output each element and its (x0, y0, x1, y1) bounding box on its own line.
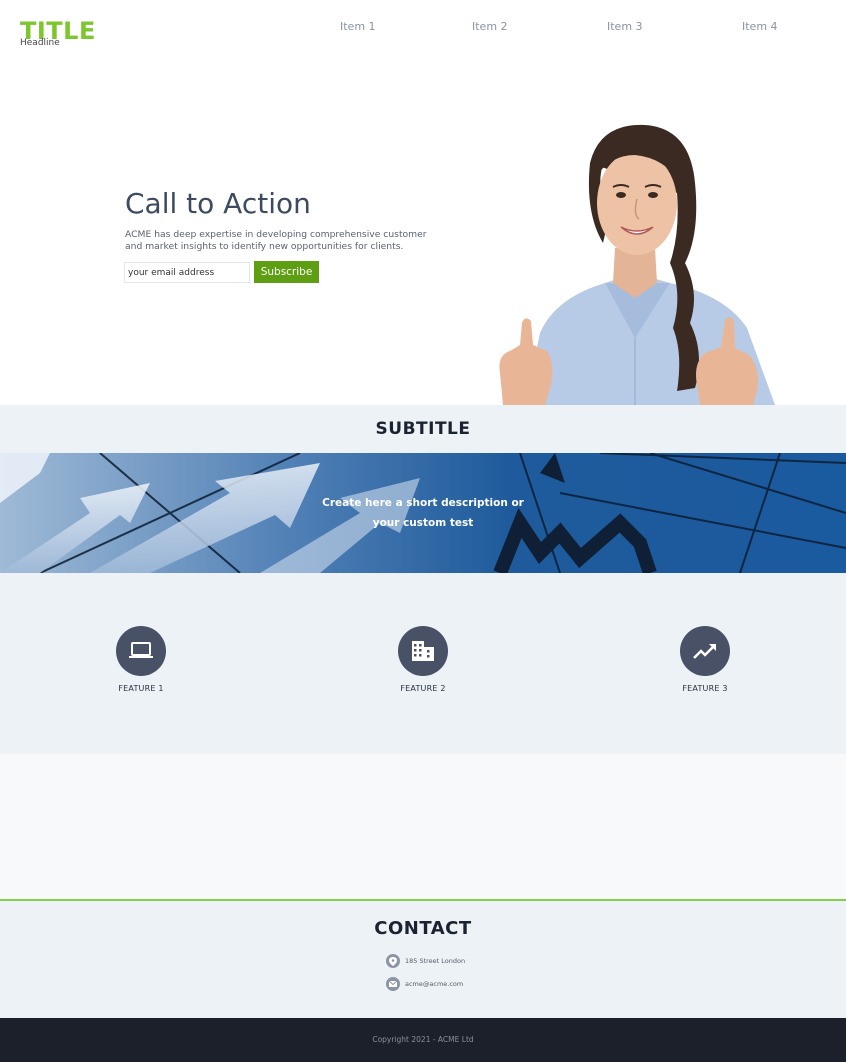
copyright-text: Copyright 2021 - ACME Ltd (372, 1035, 474, 1044)
hero-section: Call to Action ACME has deep expertise i… (0, 70, 846, 405)
nav-item-1[interactable]: Item 1 (340, 20, 376, 33)
location-pin-icon (386, 954, 400, 968)
subtitle-section: SUBTITLE (0, 405, 846, 453)
site-header: TITLE Headline Item 1 Item 2 Item 3 Item… (0, 0, 846, 70)
contact-section: CONTACT 185 Street London acme@acme.com (0, 899, 846, 1018)
cta-title: Call to Action (125, 187, 311, 220)
feature-2[interactable]: FEATURE 2 (363, 626, 483, 693)
trending-up-icon (693, 644, 716, 659)
contact-email-text[interactable]: acme@acme.com (405, 980, 463, 988)
email-input[interactable] (124, 262, 250, 283)
banner-line-1: Create here a short description or (322, 497, 524, 509)
feature-3-label: FEATURE 3 (682, 684, 728, 693)
logo-headline: Headline (20, 38, 60, 48)
nav-item-4[interactable]: Item 4 (742, 20, 778, 33)
building-icon (412, 641, 434, 661)
feature-3-circle (680, 626, 730, 676)
feature-2-circle (398, 626, 448, 676)
nav-item-2[interactable]: Item 2 (472, 20, 508, 33)
hero-person-image (499, 124, 775, 405)
contact-address-text: 185 Street London (405, 957, 466, 965)
contact-email[interactable]: acme@acme.com (386, 977, 463, 991)
banner-line-2: your custom test (372, 517, 474, 529)
subtitle-heading: SUBTITLE (375, 419, 471, 439)
features-section: FEATURE 1 FEATURE 2 FEATURE 3 (0, 573, 846, 754)
feature-1-circle (116, 626, 166, 676)
cta-description: ACME has deep expertise in developing co… (125, 229, 427, 252)
laptop-icon (129, 642, 153, 658)
main-nav: Item 1 Item 2 Item 3 Item 4 (0, 20, 846, 36)
banner-section: Create here a short description or your … (0, 453, 846, 573)
site-footer: Copyright 2021 - ACME Ltd (0, 1018, 846, 1062)
feature-3[interactable]: FEATURE 3 (645, 626, 765, 693)
feature-2-label: FEATURE 2 (400, 684, 446, 693)
envelope-icon (386, 977, 400, 991)
subscribe-button[interactable]: Subscribe (254, 261, 319, 283)
contact-address: 185 Street London (386, 954, 465, 968)
feature-1-label: FEATURE 1 (118, 684, 164, 693)
nav-item-3[interactable]: Item 3 (607, 20, 643, 33)
feature-1[interactable]: FEATURE 1 (81, 626, 201, 693)
contact-title: CONTACT (374, 918, 472, 939)
banner-description: Create here a short description or your … (0, 493, 846, 533)
empty-content-section (0, 754, 846, 899)
